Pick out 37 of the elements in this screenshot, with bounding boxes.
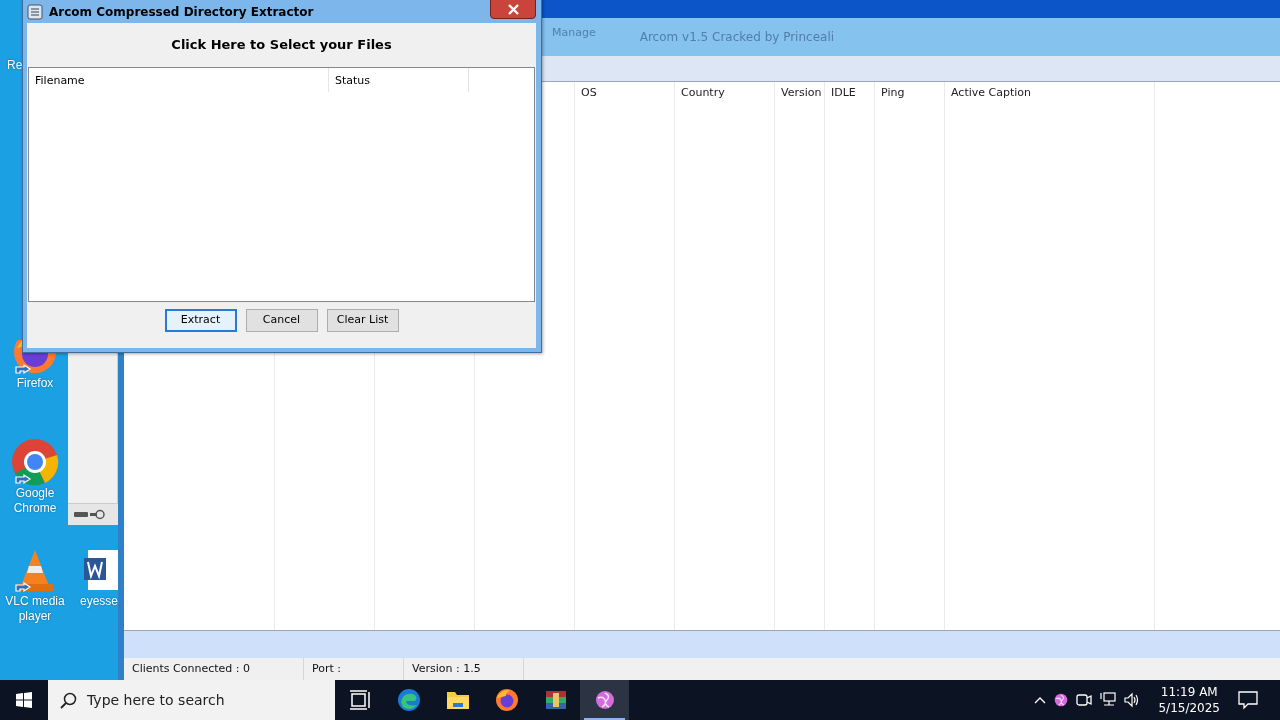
column-header[interactable]: Active Caption [951,86,1031,99]
search-placeholder: Type here to search [87,690,225,710]
close-button[interactable] [490,0,536,19]
search-icon [60,691,77,709]
window-menu-icon[interactable] [27,4,43,20]
firefox-icon [494,688,519,712]
task-view-icon [349,690,370,710]
chrome-icon [11,438,59,486]
column-header[interactable]: OS [581,86,597,99]
windows-icon [16,692,32,708]
camera-icon[interactable] [1076,692,1093,708]
books-icon [543,688,568,712]
taskbar-app[interactable] [580,680,629,720]
dialog-button[interactable]: Extract [164,309,237,332]
column-header[interactable]: Ping [881,86,905,99]
close-icon [507,3,519,15]
chevron-up-icon[interactable] [1034,695,1047,705]
edge-icon [396,688,421,712]
clock-time[interactable]: 11:19 AM [1158,684,1220,700]
status-icons [74,509,106,520]
column-header[interactable]: Filename [29,68,329,92]
notification-icon[interactable] [1238,690,1258,710]
dialog-title: Arcom Compressed Directory Extractor [49,4,314,21]
column-header[interactable]: Status [329,68,469,92]
column-header[interactable]: Version [781,86,822,99]
dialog-button[interactable]: Cancel [245,309,318,332]
column-header[interactable]: Country [681,86,725,99]
network-icon[interactable] [1100,692,1117,708]
search-field[interactable]: Type here to search [48,680,335,720]
volume-icon[interactable] [1124,692,1141,708]
clock-date[interactable]: 5/15/2025 [1158,700,1220,716]
dialog-button[interactable]: Clear List [326,309,399,332]
window-title: Arcom v1.5 Cracked by Princeali [639,29,835,46]
select-files-label[interactable]: Click Here to Select your Files [27,23,536,67]
swirl-icon[interactable] [1054,693,1069,707]
column-header[interactable]: IDLE [831,86,856,99]
swirl-icon [594,690,615,710]
